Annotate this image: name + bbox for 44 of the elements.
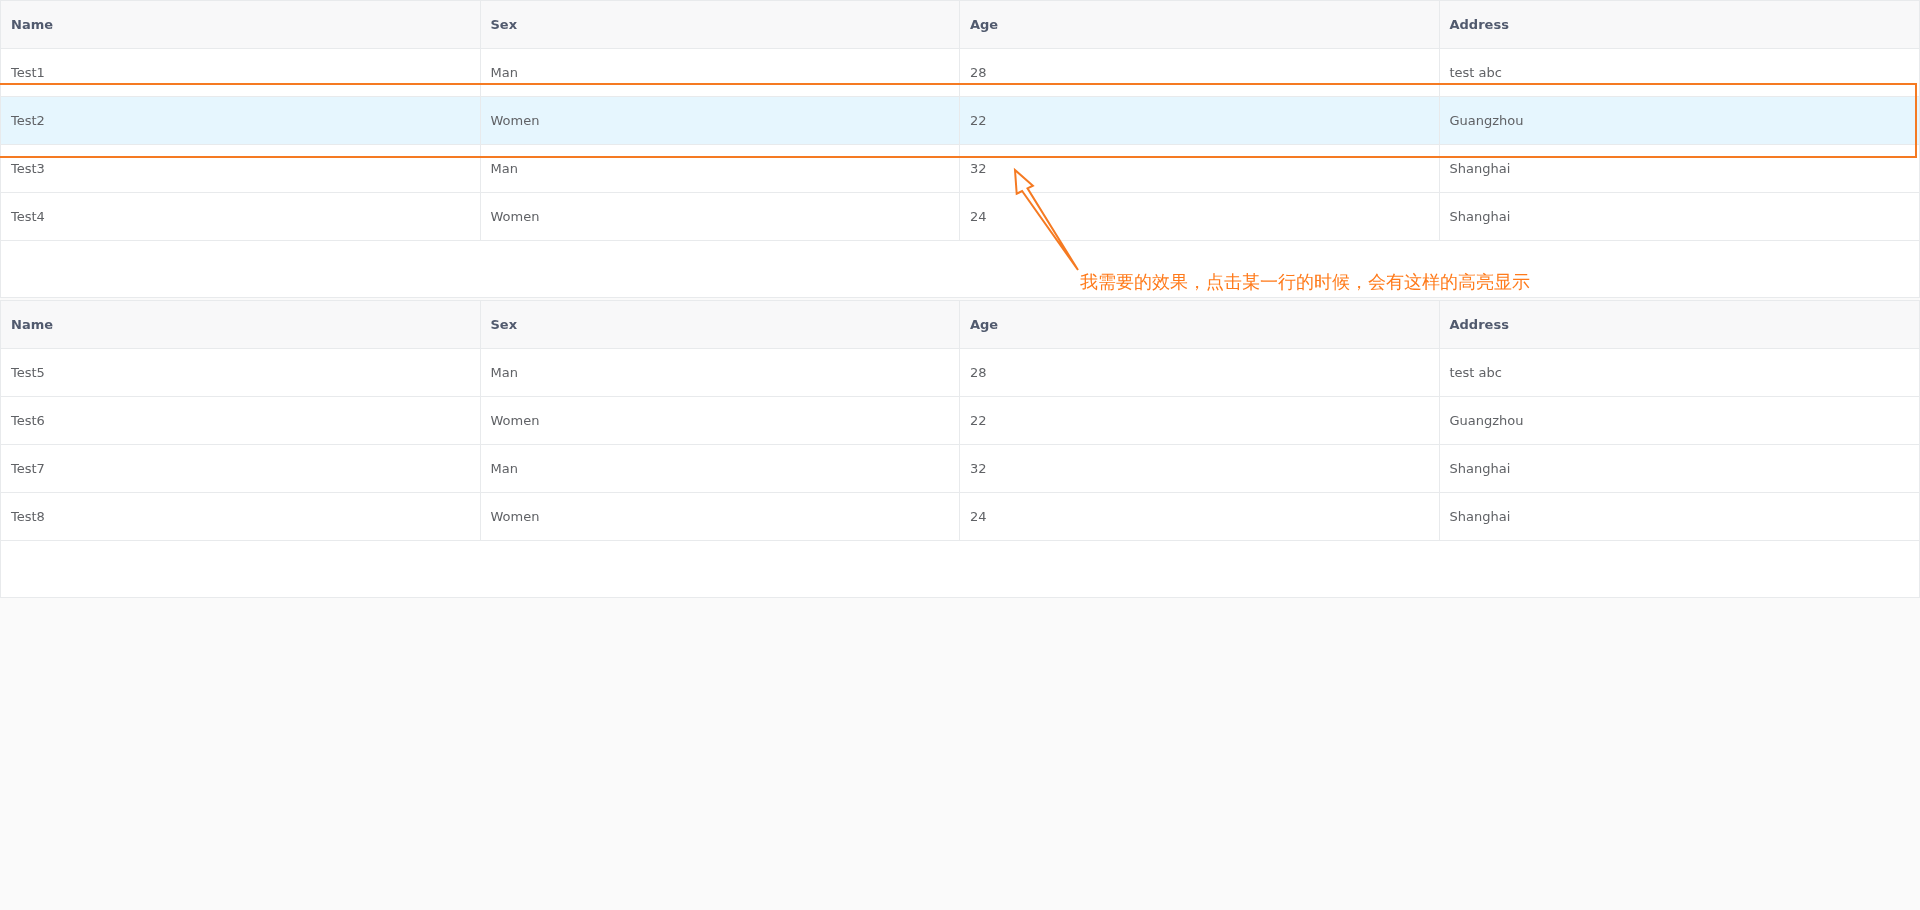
column-header: Sex (480, 301, 960, 348)
table-cell: Women (480, 193, 960, 240)
column-header: Sex (480, 1, 960, 48)
table-cell-text: test abc (1448, 364, 1503, 382)
table-row[interactable]: Test5 Man 28 test abc (1, 349, 1919, 397)
table-cell-text: test abc (1448, 64, 1503, 82)
table-cell: Women (480, 397, 960, 444)
table-cell-text: Guangzhou (1448, 112, 1525, 130)
table-cell: Man (480, 49, 960, 96)
column-header: Address (1448, 316, 1510, 334)
table-cell-text: Shanghai (1448, 508, 1512, 526)
table-cell: Man (480, 445, 960, 492)
table-row[interactable]: Test2 Women 22 Guangzhou (1, 97, 1919, 145)
table-cell: Test5 (1, 349, 481, 396)
table-cell: Test2 (1, 97, 481, 144)
table-cell: Test3 (1, 145, 481, 192)
column-header: Age (960, 301, 1440, 348)
column-header: Address (1448, 16, 1510, 34)
table-cell: 28 (960, 49, 1440, 96)
table-row[interactable]: Test6 Women 22 Guangzhou (1, 397, 1919, 445)
table-cell: 22 (960, 97, 1440, 144)
table-row[interactable]: Test7 Man 32 Shanghai (1, 445, 1919, 493)
table-cell: 22 (960, 397, 1440, 444)
table-cell: 28 (960, 349, 1440, 396)
table-cell: Man (480, 349, 960, 396)
table-cell-text: Shanghai (1448, 160, 1512, 178)
table-cell: Test6 (1, 397, 481, 444)
table-cell: 32 (960, 445, 1440, 492)
table-cell-text: Shanghai (1448, 208, 1512, 226)
table-cell: Test7 (1, 445, 481, 492)
column-header: Name (1, 301, 481, 348)
table-cell: Women (480, 493, 960, 540)
table-cell: Test4 (1, 193, 481, 240)
table-cell: 24 (960, 493, 1440, 540)
table-cell: Man (480, 145, 960, 192)
table-cell-text: Shanghai (1448, 460, 1512, 478)
annotation-text: 我需要的效果，点击某一行的时候，会有这样的高亮显示 (1080, 270, 1530, 294)
column-header: Name (1, 1, 481, 48)
table-cell: Women (480, 97, 960, 144)
table-cell: Test8 (1, 493, 481, 540)
column-header: Age (960, 1, 1440, 48)
table-cell: Test1 (1, 49, 481, 96)
table-cell-text: Guangzhou (1448, 412, 1525, 430)
table-row[interactable]: Test8 Women 24 Shanghai (1, 493, 1919, 541)
